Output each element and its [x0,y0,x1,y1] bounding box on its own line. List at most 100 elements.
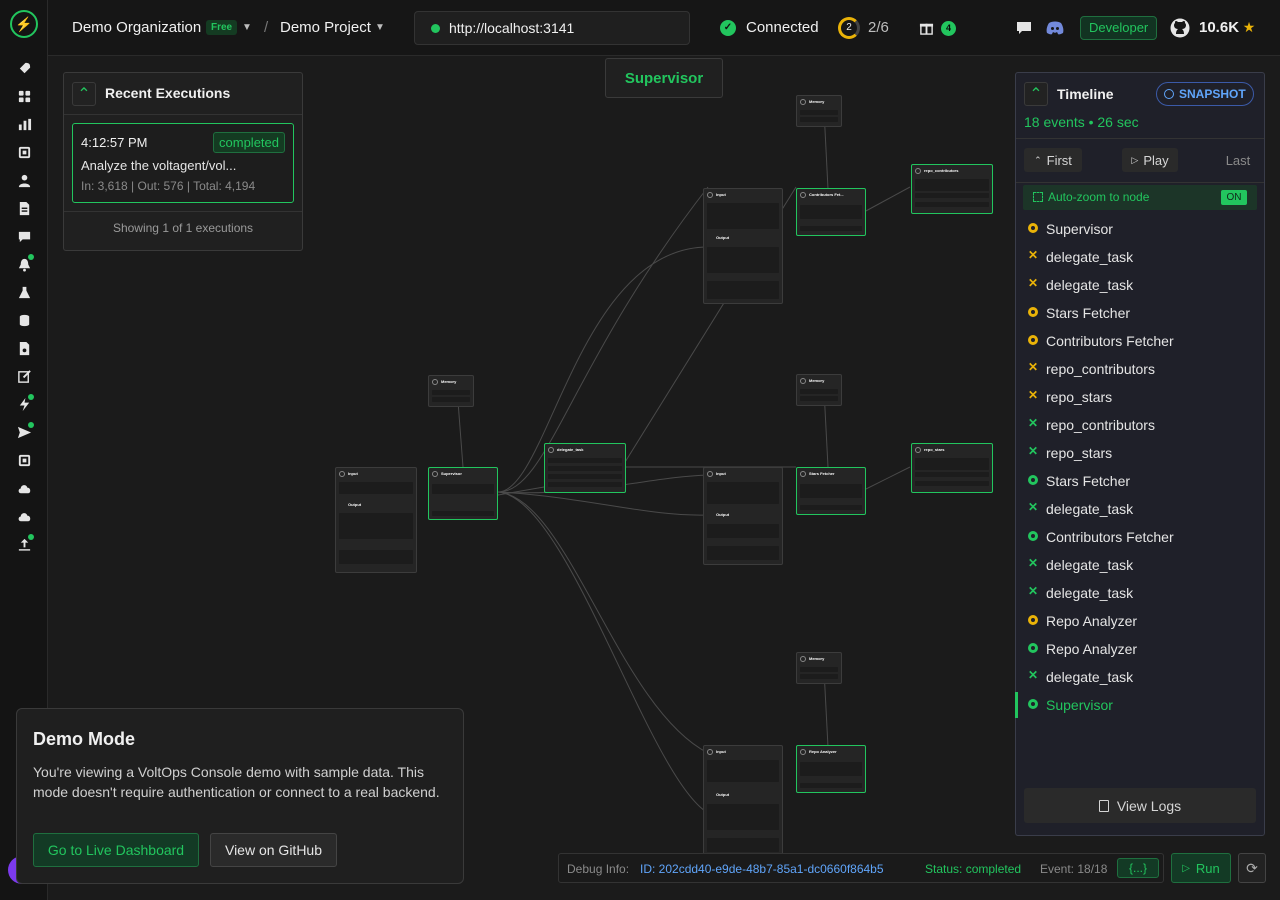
timeline-event[interactable]: Repo Analyzer [1016,608,1264,634]
timeline-event-label: Contributors Fetcher [1046,333,1174,349]
chevron-down-icon[interactable]: ▼ [375,22,385,33]
timeline-event[interactable]: Repo Analyzer [1016,636,1264,662]
input-output-node[interactable]: Input Output [703,745,783,855]
timeline-event-label: repo_stars [1046,445,1113,461]
project-name[interactable]: Demo Project [280,19,371,36]
discord-icon[interactable] [1045,19,1065,37]
chevron-up-icon[interactable]: ⌃ [1024,82,1048,106]
timeline-event[interactable]: Supervisor [1016,216,1264,242]
github-icon[interactable] [1170,18,1190,38]
execution-card[interactable]: 4:12:57 PM completed Analyze the voltage… [72,123,294,203]
stars-fetcher-node[interactable]: Stars Fetcher [796,467,866,515]
chat-bubble-icon[interactable] [1015,19,1033,37]
bolt-icon[interactable] [14,394,34,414]
memory-node[interactable]: Memory [796,95,842,127]
timeline-event[interactable]: Supervisor [1015,692,1264,718]
timeline-event[interactable]: ✕ repo_contributors [1016,412,1264,438]
timeline-event[interactable]: Contributors Fetcher [1016,524,1264,550]
timeline-event[interactable]: ✕ delegate_task [1016,496,1264,522]
autozoom-label: Auto-zoom to node [1048,190,1150,204]
bell-icon[interactable] [14,254,34,274]
play-button[interactable]: ▷ Play [1122,148,1178,172]
panel-title: Recent Executions [105,85,231,101]
clock-icon [1164,89,1174,99]
url-field[interactable]: http://localhost:3141 [414,11,690,45]
agent-icon [1028,531,1038,541]
timeline-event[interactable]: ✕ repo_stars [1016,440,1264,466]
progress-ring[interactable]: 2 [838,17,860,39]
input-output-node[interactable]: Input Output [335,467,417,573]
timeline-event[interactable]: ✕ delegate_task [1016,580,1264,606]
timeline-event[interactable]: Stars Fetcher [1016,300,1264,326]
chevrons-up-icon: ⌃ [1034,154,1042,165]
memory-node[interactable]: Memory [796,652,842,684]
voltagent-logo[interactable]: ⚡ [10,10,38,38]
org-name[interactable]: Demo Organization [72,19,201,36]
input-output-node[interactable]: Input Output [703,188,783,304]
input-output-node[interactable]: Input Output [703,467,783,565]
json-button[interactable]: {...} [1117,858,1159,878]
connection-status: Connected [746,19,819,36]
rocket-icon[interactable] [14,58,34,78]
timeline-event-label: repo_contributors [1046,417,1155,433]
tool-icon: ✕ [1028,584,1039,598]
send-icon[interactable] [14,422,34,442]
grid-icon[interactable] [14,86,34,106]
timeline-event[interactable]: Stars Fetcher [1016,468,1264,494]
timeline-event[interactable]: ✕ delegate_task [1016,552,1264,578]
cloud-icon[interactable] [14,478,34,498]
last-button[interactable]: Last [1216,148,1260,172]
user-icon[interactable] [14,170,34,190]
memory-node[interactable]: Memory [428,375,474,407]
autozoom-switch[interactable]: ON [1221,190,1247,205]
first-button[interactable]: ⌃ First [1024,148,1082,172]
chat-icon[interactable] [14,226,34,246]
tool-icon: ✕ [1028,416,1039,430]
timeline-event[interactable]: ✕ delegate_task [1016,244,1264,270]
go-to-live-dashboard-button[interactable]: Go to Live Dashboard [33,833,199,867]
view-on-github-button[interactable]: View on GitHub [210,833,337,867]
notification-dot [28,394,34,400]
file-lock-icon[interactable] [14,338,34,358]
memory-node[interactable]: Memory [796,374,842,406]
supervisor-label: Supervisor [605,58,723,98]
timeline-event[interactable]: ✕ delegate_task [1016,664,1264,690]
flask-icon[interactable] [14,282,34,302]
repo-contributors-node[interactable]: repo_contributors [911,164,993,214]
github-stars[interactable]: 10.6K [1199,19,1239,36]
autozoom-toggle-row[interactable]: Auto-zoom to node ON [1023,185,1257,210]
repo-analyzer-node[interactable]: Repo Analyzer [796,745,866,793]
status-badge: completed [213,132,285,153]
cpu-icon[interactable] [14,450,34,470]
gift-icon[interactable] [918,19,934,35]
supervisor-node[interactable]: Supervisor [428,467,498,520]
chevron-down-icon[interactable]: ▼ [242,22,252,33]
refresh-icon[interactable]: ⟳ [1238,853,1266,883]
timeline-event[interactable]: ✕ repo_contributors [1016,356,1264,382]
delegate-task-node[interactable]: delegate_task [544,443,626,493]
view-logs-button[interactable]: View Logs [1024,788,1256,823]
snapshot-badge[interactable]: SNAPSHOT [1156,82,1254,106]
timeline-event[interactable]: ✕ delegate_task [1016,272,1264,298]
upload-icon[interactable] [14,534,34,554]
edit-icon[interactable] [14,366,34,386]
cloud-alt-icon[interactable] [14,506,34,526]
chevron-up-icon[interactable]: ⌃ [72,82,96,106]
repo-stars-node[interactable]: repo_stars [911,443,993,493]
bar-chart-icon[interactable] [14,114,34,134]
timeline-event[interactable]: ✕ repo_stars [1016,384,1264,410]
check-icon: ✓ [720,20,736,36]
database-icon[interactable] [14,310,34,330]
role-badge[interactable]: Developer [1080,16,1158,40]
notification-dot [28,254,34,260]
agent-icon [1028,335,1038,345]
document-icon[interactable] [14,198,34,218]
execution-id[interactable]: ID: 202cdd40-e9de-48b7-85a1-dc0660f864b5 [640,862,884,876]
chip-icon[interactable] [14,142,34,162]
topbar: Demo Organization Free ▼ / Demo Project … [48,0,1280,56]
run-button[interactable]: ▷ Run [1171,853,1231,883]
contributors-fetcher-node[interactable]: Contributors Fet... [796,188,866,236]
execution-task: Analyze the voltagent/vol... [81,158,237,173]
tool-icon: ✕ [1028,248,1039,262]
timeline-event[interactable]: Contributors Fetcher [1016,328,1264,354]
